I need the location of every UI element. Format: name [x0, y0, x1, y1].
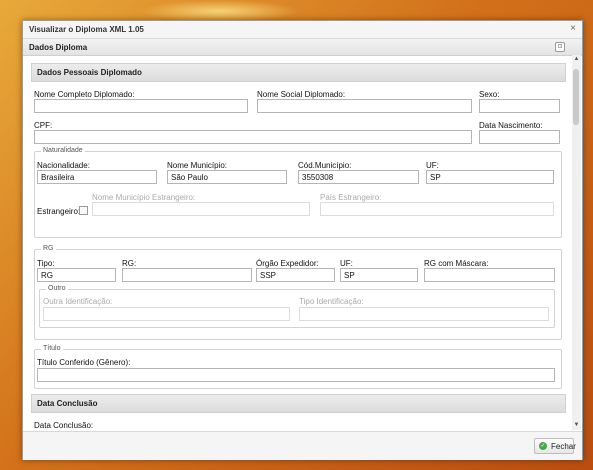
dialog-title: Visualizar o Diploma XML 1.05 [29, 25, 144, 34]
naturalidade-fieldset: Naturalidade Nacionalidade: Brasileira N… [34, 147, 562, 238]
nacionalidade-label: Nacionalidade: [37, 161, 90, 170]
dialog-titlebar[interactable]: Visualizar o Diploma XML 1.05 × [23, 21, 582, 39]
uf-naturalidade-label: UF: [426, 161, 439, 170]
rg-mascara-input[interactable] [424, 268, 555, 282]
nacionalidade-input[interactable]: Brasileira [37, 170, 157, 184]
panel-header: Dados Diploma ⊡ [23, 39, 582, 56]
orgao-input[interactable]: SSP [256, 268, 335, 282]
section-dados-pessoais: Dados Pessoais Diplomado [31, 63, 566, 82]
cpf-input[interactable] [34, 130, 472, 144]
rg-label: RG: [122, 259, 137, 268]
pais-estrangeiro-input[interactable] [320, 202, 554, 216]
outra-identificacao-input[interactable] [43, 307, 290, 321]
estrangeiro-checkbox[interactable] [79, 206, 88, 215]
nome-completo-input[interactable] [34, 99, 248, 113]
nome-social-label: Nome Social Diplomado: [257, 90, 346, 99]
collapse-icon[interactable]: ⊡ [555, 42, 565, 52]
uf-rg-label: UF: [340, 259, 353, 268]
scroll-thumb[interactable] [573, 69, 579, 125]
rg-fieldset: RG Tipo: RG RG: Órgão Expedidor: SSP UF:… [34, 245, 562, 340]
outra-identificacao-label: Outra Identificação: [43, 297, 113, 306]
uf-naturalidade-input[interactable]: SP [426, 170, 554, 184]
orgao-label: Órgão Expedidor: [256, 259, 319, 268]
rg-legend: RG [41, 245, 56, 252]
scroll-down-icon[interactable]: ▼ [573, 422, 580, 429]
cpf-label: CPF: [34, 121, 53, 130]
diploma-dialog: Visualizar o Diploma XML 1.05 × Dados Di… [22, 20, 583, 460]
section-data-conclusao: Data Conclusão [31, 394, 566, 413]
cod-municipio-label: Cód.Município: [298, 161, 352, 170]
titulo-legend: Título [41, 345, 63, 352]
section-title: Data Conclusão [37, 399, 98, 408]
rg-input[interactable] [122, 268, 252, 282]
data-conclusao-label: Data Conclusão: [34, 421, 94, 430]
tipo-label: Tipo: [37, 259, 55, 268]
vertical-scrollbar[interactable]: ▲ ▼ [572, 55, 581, 430]
titulo-conferido-label: Título Conferido (Gênero): [37, 358, 131, 367]
close-icon[interactable]: × [570, 23, 576, 34]
sexo-input[interactable] [479, 99, 560, 113]
background-glow [140, 0, 300, 22]
outro-fieldset: Outro Outra Identificação: Tipo Identifi… [39, 285, 555, 328]
titulo-fieldset: Título Título Conferido (Gênero): [34, 345, 562, 389]
municipio-estrangeiro-label: Nome Município Estrangeiro: [92, 193, 196, 202]
cod-municipio-input[interactable]: 3550308 [298, 170, 419, 184]
data-nascimento-label: Data Nascimento: [479, 121, 543, 130]
outro-legend: Outro [46, 285, 68, 292]
municipio-label: Nome Município: [167, 161, 228, 170]
municipio-input[interactable]: São Paulo [167, 170, 287, 184]
naturalidade-legend: Naturalidade [41, 147, 85, 154]
estrangeiro-label: Estrangeiro: [37, 207, 81, 216]
form-content: Dados Pessoais Diplomado Nome Completo D… [28, 55, 568, 430]
data-nascimento-input[interactable] [479, 130, 560, 144]
pais-estrangeiro-label: País Estrangeiro: [320, 193, 382, 202]
fechar-button[interactable]: ✓ Fechar [534, 438, 576, 454]
tipo-identificacao-label: Tipo Identificação: [299, 297, 364, 306]
titulo-conferido-input[interactable] [37, 368, 555, 382]
nome-social-input[interactable] [257, 99, 472, 113]
tipo-identificacao-input[interactable] [299, 307, 549, 321]
panel-title: Dados Diploma [29, 43, 88, 52]
uf-rg-input[interactable]: SP [340, 268, 418, 282]
fechar-label: Fechar [551, 442, 576, 451]
check-icon: ✓ [539, 442, 547, 450]
scroll-up-icon[interactable]: ▲ [573, 56, 580, 63]
nome-completo-label: Nome Completo Diplomado: [34, 90, 135, 99]
sexo-label: Sexo: [479, 90, 500, 99]
section-title: Dados Pessoais Diplomado [37, 68, 142, 77]
dialog-footer: ✓ Fechar [23, 431, 582, 460]
municipio-estrangeiro-input[interactable] [92, 202, 310, 216]
tipo-input[interactable]: RG [37, 268, 116, 282]
rg-mascara-label: RG com Máscara: [424, 259, 489, 268]
